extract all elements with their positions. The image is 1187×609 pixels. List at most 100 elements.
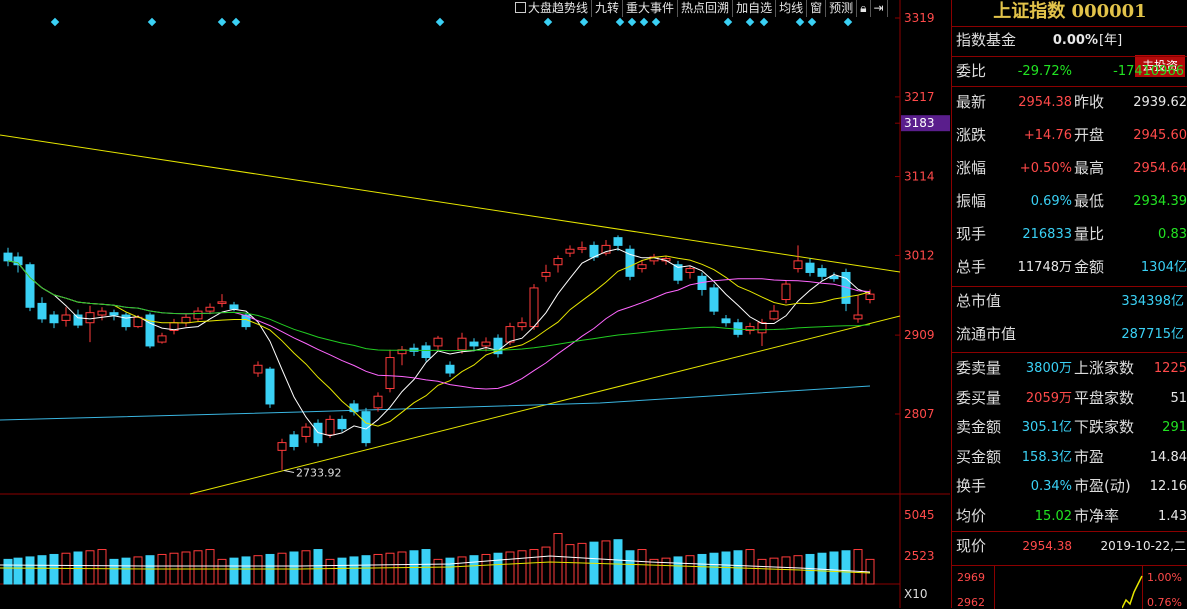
- candle-body: [85, 312, 95, 324]
- divider: [952, 86, 1187, 87]
- volume-axis-label: 5045: [904, 508, 935, 522]
- price-axis-label: 3012: [904, 248, 935, 262]
- candle-body: [385, 357, 395, 389]
- stat-value: 158.3亿: [1021, 449, 1072, 465]
- quote-label: 振幅: [956, 192, 987, 210]
- volume-axis-label: 2523: [904, 549, 935, 563]
- candle-body: [445, 364, 455, 374]
- volume-bar: [421, 549, 431, 585]
- kline-chart[interactable]: 3319 3217 3183 3114 3012 2909 2807 5045 2523 X10 2…: [0, 0, 950, 608]
- event-marker-icon: [651, 17, 661, 27]
- stat-label: 委买量: [956, 388, 1002, 407]
- divider: [952, 352, 1187, 353]
- volume-bar: [373, 553, 383, 585]
- float-cap-label: 流通市值: [956, 325, 1017, 343]
- fund-unit: [年]: [1099, 33, 1123, 48]
- volume-bar: [697, 553, 707, 585]
- price-axis-label: 3217: [904, 90, 935, 104]
- quote-value: 2954.38: [1018, 95, 1072, 110]
- lock-icon[interactable]: 🔒︎: [857, 0, 871, 17]
- volume-bar: [193, 550, 203, 585]
- candle-body: [337, 418, 347, 430]
- volume-bar: [301, 550, 311, 585]
- low-pointer: [283, 470, 295, 474]
- candle-body: [733, 322, 743, 335]
- candle-body: [109, 312, 119, 316]
- volume-bar: [481, 553, 491, 585]
- toolbar-window[interactable]: 窗: [807, 0, 827, 17]
- candle-body: [529, 287, 539, 328]
- candle-body: [349, 403, 359, 413]
- toolbar-trendline[interactable]: 大盘趋势线: [512, 0, 593, 17]
- candle-body: [193, 310, 203, 320]
- toolbar-predict[interactable]: 预测: [826, 0, 858, 17]
- volume-bar: [829, 551, 839, 585]
- stat-value: 1225: [1153, 361, 1187, 376]
- candle-body: [577, 247, 587, 250]
- stat-value: 12.16: [1149, 479, 1187, 494]
- quote-label: 开盘: [1074, 126, 1105, 144]
- mini-y-high: 2969: [957, 571, 985, 584]
- volume-bar: [625, 550, 635, 585]
- volume-bar: [145, 555, 155, 585]
- candle-body: [709, 287, 719, 312]
- candle-body: [217, 301, 227, 304]
- float-cap-row: 流通市值 287715亿: [952, 320, 1187, 349]
- volume-bar: [709, 552, 719, 585]
- quote-row: 现手 216833 量比 0.83: [952, 220, 1187, 249]
- toolbar-major-events[interactable]: 重大事件: [623, 0, 679, 17]
- candle-body: [433, 337, 443, 347]
- candle-body: [613, 237, 623, 246]
- candle-body: [769, 310, 779, 320]
- candle-body: [469, 341, 479, 347]
- weibi-row: 委比 -29.72% -17410966: [952, 57, 1187, 86]
- toolbar-hot-review[interactable]: 热点回溯: [678, 0, 734, 17]
- kline-chart-area[interactable]: 3319 3217 3183 3114 3012 2909 2807 5045 2523 X10 2…: [0, 0, 950, 608]
- candle-body: [25, 264, 35, 308]
- volume-bar: [13, 557, 23, 585]
- mini-intraday-line: [1122, 575, 1143, 609]
- candle-body: [121, 314, 131, 328]
- quote-label: 量比: [1074, 225, 1105, 243]
- quote-label: 现手: [956, 225, 987, 243]
- weibi-value: -17410966: [1113, 64, 1184, 79]
- security-title: 上证指数 000001: [952, 0, 1187, 27]
- toolbar-nine-turn[interactable]: 九转: [592, 0, 624, 17]
- candle-body: [565, 248, 575, 254]
- price-axis-label: 3319: [904, 11, 935, 25]
- quote-label: 涨幅: [956, 159, 987, 177]
- stat-label: 均价: [956, 506, 987, 525]
- candle-body: [829, 275, 839, 280]
- event-marker-icon: [639, 17, 649, 27]
- toolbar-add-favorite[interactable]: 加自选: [733, 0, 777, 17]
- quote-label: 最低: [1074, 192, 1105, 210]
- volume-bar: [469, 555, 479, 585]
- volume-bar: [313, 549, 323, 585]
- event-marker-icon: [435, 17, 445, 27]
- toolbar-ma[interactable]: 均线: [776, 0, 808, 17]
- collapse-right-icon[interactable]: ⇥: [871, 0, 888, 17]
- candle-body: [61, 314, 71, 321]
- volume-bar: [385, 552, 395, 585]
- quote-row: 总手 11748万 金额 1304亿: [952, 253, 1187, 282]
- mini-y-low: 2962: [957, 596, 985, 609]
- stat-row: 卖金额 305.1亿 下跌家数 291: [952, 413, 1187, 442]
- event-marker-icon: [147, 17, 157, 27]
- mini-chart[interactable]: 2969 2962 1.00% 0.76%: [952, 565, 1187, 609]
- market-cap-row: 总市值 334398亿: [952, 287, 1187, 316]
- volume-bar: [3, 558, 13, 585]
- quote-row: 振幅 0.69% 最低 2934.39: [952, 187, 1187, 216]
- volume-bar: [757, 558, 767, 585]
- low-annotation: 2733.92: [296, 467, 342, 480]
- event-marker-icon: [50, 17, 60, 27]
- volume-axis-label: X10: [904, 587, 928, 601]
- fund-label: 指数基金: [956, 31, 1017, 49]
- candle-body: [49, 314, 59, 324]
- quote-value: 216833: [1022, 227, 1072, 242]
- volume-bar: [241, 556, 251, 585]
- volume-bar: [493, 552, 503, 585]
- checkbox-icon[interactable]: [515, 2, 526, 13]
- candle-body: [853, 314, 863, 320]
- volume-bar: [457, 556, 467, 585]
- candle-body: [781, 283, 791, 301]
